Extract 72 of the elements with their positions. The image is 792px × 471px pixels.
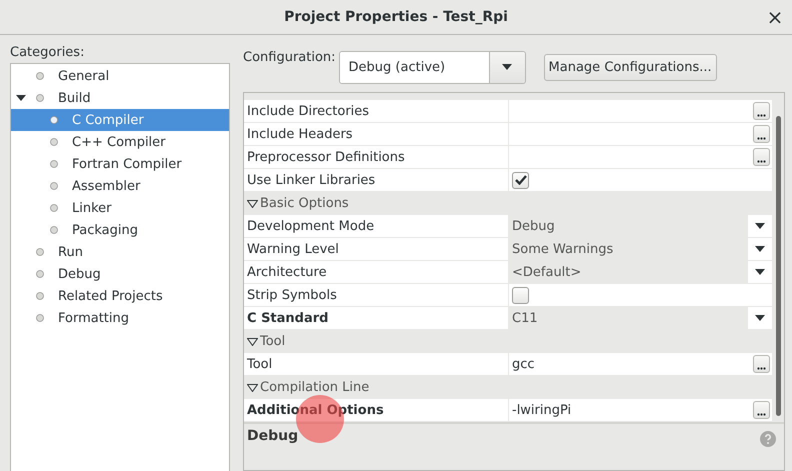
bullet-icon	[36, 314, 44, 322]
ellipsis-button[interactable]	[753, 125, 770, 143]
bullet-icon	[50, 138, 58, 146]
category-item[interactable]: Run	[11, 241, 229, 263]
close-button[interactable]: ×	[764, 6, 786, 28]
caret-down-icon	[502, 64, 512, 70]
property-name: Warning Level	[244, 238, 509, 260]
bullet-icon	[50, 182, 58, 190]
configuration-dropdown[interactable]: Debug (active)	[338, 50, 526, 84]
property-name: Strip Symbols	[244, 284, 509, 306]
property-value[interactable]: gcc	[512, 356, 535, 372]
property-name: Additional Options	[244, 399, 509, 421]
dots-icon	[757, 160, 766, 163]
checkbox[interactable]	[512, 286, 529, 304]
caret-down-icon	[755, 246, 765, 252]
property-value[interactable]: <Default>	[509, 261, 748, 283]
bullet-icon	[36, 94, 44, 102]
property-name: Use Linker Libraries	[244, 169, 509, 191]
dropdown-button[interactable]	[488, 52, 525, 82]
bullet-icon	[36, 72, 44, 80]
bullet-icon	[36, 248, 44, 256]
ellipsis-button[interactable]	[753, 148, 770, 166]
bullet-icon	[50, 204, 58, 212]
scrollbar-thumb[interactable]	[776, 116, 780, 416]
caret-down-icon	[755, 223, 765, 229]
checkmark-icon	[514, 175, 526, 185]
bullet-icon	[50, 116, 58, 124]
checkbox[interactable]	[512, 172, 529, 188]
property-name: Architecture	[244, 261, 509, 283]
property-value[interactable]: C11	[509, 307, 748, 329]
property-name: Preprocessor Definitions	[244, 146, 509, 168]
property-value[interactable]: Debug	[509, 215, 748, 237]
property-value[interactable]: -lwiringPi	[512, 402, 572, 418]
category-item[interactable]: General	[11, 65, 229, 87]
description-title: Debug	[247, 428, 298, 444]
property-name: Include Directories	[244, 100, 509, 122]
dots-icon	[757, 137, 766, 140]
scrollbar[interactable]	[772, 93, 784, 422]
category-item[interactable]: Build	[11, 87, 229, 109]
bullet-icon	[50, 226, 58, 234]
window-title: Project Properties - Test_Rpi	[284, 9, 508, 25]
categories-label: Categories:	[10, 45, 84, 60]
expanded-triangle-icon[interactable]	[247, 338, 258, 346]
property-value[interactable]: Some Warnings	[509, 238, 748, 260]
expanded-triangle-icon[interactable]	[247, 200, 258, 208]
property-name: Include Headers	[244, 123, 509, 145]
dots-icon	[757, 114, 766, 117]
dots-icon	[757, 413, 766, 416]
property-name: Tool	[244, 353, 509, 375]
category-item[interactable]: C++ Compiler	[11, 131, 229, 153]
configuration-label: Configuration:	[243, 50, 336, 65]
category-item[interactable]: Debug	[11, 263, 229, 285]
ellipsis-button[interactable]	[753, 102, 770, 120]
category-item[interactable]: Fortran Compiler	[11, 153, 229, 175]
category-item[interactable]: Packaging	[11, 219, 229, 241]
category-item[interactable]: Formatting	[11, 307, 229, 329]
expanded-arrow-icon[interactable]	[16, 93, 26, 103]
property-name: Development Mode	[244, 215, 509, 237]
bullet-icon	[36, 270, 44, 278]
ellipsis-button[interactable]	[753, 355, 770, 373]
property-name: C Standard	[244, 307, 509, 329]
bullet-icon	[36, 292, 44, 300]
caret-down-icon	[755, 269, 765, 275]
ellipsis-button[interactable]	[753, 401, 770, 419]
category-item[interactable]: Assembler	[11, 175, 229, 197]
dots-icon	[757, 367, 766, 370]
caret-down-icon	[755, 315, 765, 321]
category-item[interactable]: Related Projects	[11, 285, 229, 307]
manage-configurations-button[interactable]: Manage Configurations...	[544, 54, 717, 80]
expanded-triangle-icon[interactable]	[247, 384, 258, 392]
category-item[interactable]: Linker	[11, 197, 229, 219]
bullet-icon	[50, 160, 58, 168]
